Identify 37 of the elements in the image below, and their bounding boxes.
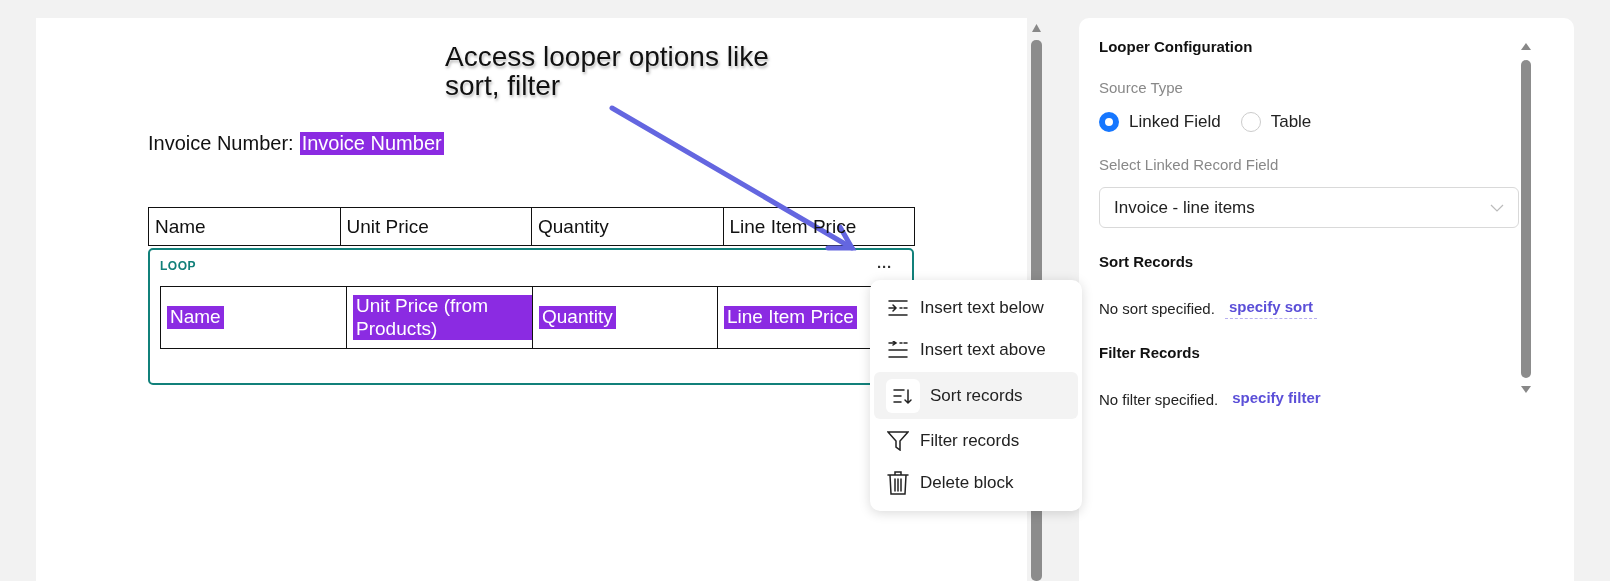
radio-icon[interactable] [1240, 112, 1261, 132]
radio-icon[interactable] [1099, 112, 1119, 132]
menu-item[interactable]: Delete block [874, 463, 1078, 503]
section-title: Filter Records [1099, 344, 1201, 361]
menu-item[interactable]: Sort records [874, 372, 1078, 419]
status-text: No sort specified. [1099, 300, 1215, 317]
merge-field[interactable]: Unit Price (from Products) [353, 294, 532, 341]
more-options-button[interactable]: ··· [867, 257, 902, 275]
insert-above-icon [888, 341, 908, 359]
merge-field[interactable]: Line Item Price [724, 306, 857, 329]
merge-field[interactable]: Name [167, 306, 224, 329]
loop-label: LOOP [160, 259, 196, 273]
field-label: Source Type [1099, 79, 1184, 96]
panel-title: Looper Configuration [1099, 38, 1254, 55]
menu-item[interactable]: Insert text above [874, 330, 1078, 370]
section-title: Sort Records [1099, 253, 1195, 270]
merge-field[interactable]: Quantity [539, 306, 616, 329]
trash-icon [887, 471, 909, 495]
filter-icon [887, 431, 909, 451]
specify-link[interactable]: specify filter [1228, 389, 1325, 410]
menu-item[interactable]: Insert text below [874, 288, 1078, 328]
status-text: No filter specified. [1099, 391, 1219, 408]
record-field-select[interactable]: Invoice - line items [1099, 187, 1519, 228]
invoice-number-label: Invoice Number: [148, 132, 294, 155]
field-label: Select Linked Record Field [1099, 156, 1280, 173]
table-header-cell: Unit Price [340, 208, 532, 245]
table-header-cell: Quantity [532, 208, 724, 245]
sort-icon [893, 386, 913, 405]
table-header-cell: Name [149, 208, 341, 245]
merge-field[interactable]: Invoice Number [299, 132, 444, 155]
menu-item[interactable]: Filter records [874, 421, 1078, 461]
specify-link[interactable]: specify sort [1224, 298, 1318, 319]
insert-below-icon [888, 299, 908, 317]
annotation-text: Access looper options like sort, filter [445, 42, 770, 101]
radio-option[interactable]: Table [1240, 112, 1312, 132]
chevron-down-icon [1490, 203, 1504, 212]
radio-option[interactable]: Linked Field [1099, 112, 1221, 132]
